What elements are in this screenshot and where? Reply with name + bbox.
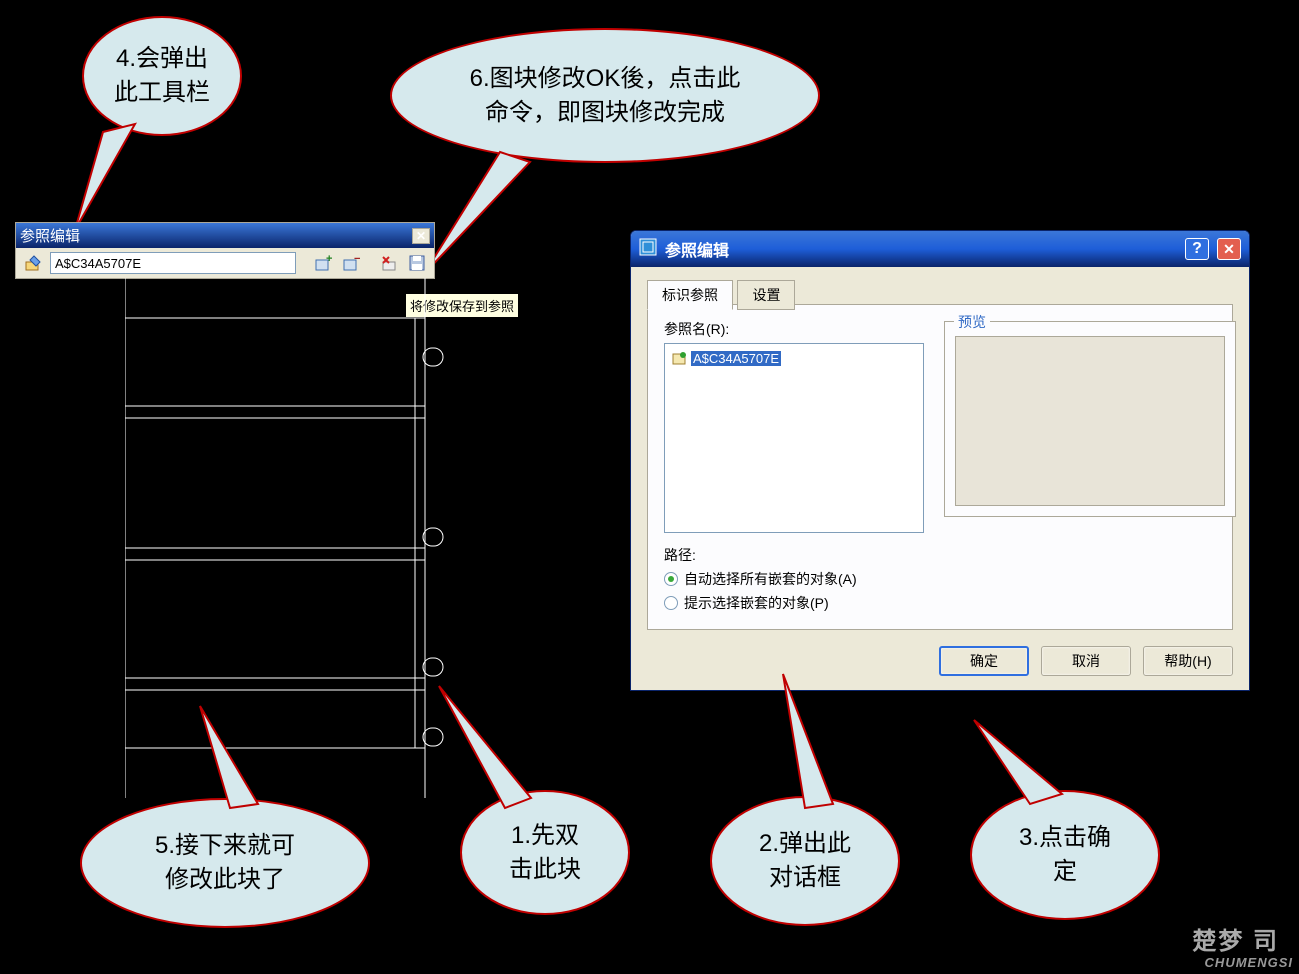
callout-6-line2: 命令，即图块修改完成 xyxy=(485,96,725,130)
callout-5: 5.接下来就可 修改此块了 xyxy=(80,798,370,928)
callout-6: 6.图块修改OK後，点击此 命令，即图块修改完成 xyxy=(390,28,820,163)
block-icon xyxy=(671,350,687,366)
callout-2-line2: 对话框 xyxy=(769,861,841,895)
callout-3-line1: 3.点击确 xyxy=(1019,821,1111,855)
callout-3: 3.点击确 定 xyxy=(970,790,1160,920)
callout-1-line1: 1.先双 xyxy=(511,819,579,853)
preview-box xyxy=(955,336,1225,506)
callout-2: 2.弹出此 对话框 xyxy=(710,796,900,926)
cancel-button[interactable]: 取消 xyxy=(1041,646,1131,676)
dialog-titlebar[interactable]: 参照编辑 ? ✕ xyxy=(631,231,1249,267)
ok-button[interactable]: 确定 xyxy=(939,646,1029,676)
svg-text:+: + xyxy=(326,254,332,265)
reference-tree-item-label: A$C34A5707E xyxy=(691,351,781,366)
toolbar-title-text: 参照编辑 xyxy=(20,225,80,246)
remove-from-workset-icon[interactable]: − xyxy=(340,252,362,274)
dialog-title-icon xyxy=(639,238,657,261)
watermark-cn: 楚梦 司 xyxy=(1192,921,1279,956)
radio-auto-select[interactable]: 自动选择所有嵌套的对象(A) xyxy=(664,569,1216,589)
toolbar-titlebar[interactable]: 参照编辑 ✕ xyxy=(16,223,434,248)
dialog-title-text: 参照编辑 xyxy=(665,237,1177,261)
reference-tree-item[interactable]: A$C34A5707E xyxy=(671,350,917,366)
refedit-dialog: 参照编辑 ? ✕ 标识参照 设置 参照名(R): A$C34A5707E xyxy=(630,230,1250,691)
help-button[interactable]: 帮助(H) xyxy=(1143,646,1233,676)
dialog-tabs: 标识参照 设置 xyxy=(647,279,1233,305)
callout-1: 1.先双 击此块 xyxy=(460,790,630,915)
callout-4-line1: 4.会弹出 xyxy=(116,42,208,76)
callout-1-line2: 击此块 xyxy=(509,853,581,887)
radio-prompt-select-indicator xyxy=(664,596,678,610)
dialog-help-button[interactable]: ? xyxy=(1185,238,1209,260)
tab-identify-reference[interactable]: 标识参照 xyxy=(647,280,733,310)
radio-auto-select-label: 自动选择所有嵌套的对象(A) xyxy=(684,569,857,589)
callout-5-line1: 5.接下来就可 xyxy=(155,829,295,863)
watermark-en: CHUMENGSI xyxy=(1205,955,1293,970)
callout-4-line2: 此工具栏 xyxy=(114,76,210,110)
reference-name-label: 参照名(R): xyxy=(664,319,924,339)
callout-3-line2: 定 xyxy=(1053,855,1077,889)
callout-4-pointer xyxy=(55,120,165,235)
add-to-workset-icon[interactable]: + xyxy=(312,252,334,274)
radio-prompt-select[interactable]: 提示选择嵌套的对象(P) xyxy=(664,593,1216,613)
radio-auto-select-indicator xyxy=(664,572,678,586)
toolbar-close-button[interactable]: ✕ xyxy=(412,228,430,244)
callout-6-line1: 6.图块修改OK後，点击此 xyxy=(470,62,741,96)
callout-4: 4.会弹出 此工具栏 xyxy=(82,16,242,136)
radio-prompt-select-label: 提示选择嵌套的对象(P) xyxy=(684,593,829,613)
callout-2-line1: 2.弹出此 xyxy=(759,827,851,861)
discard-changes-icon[interactable] xyxy=(378,252,400,274)
dialog-close-button[interactable]: ✕ xyxy=(1217,238,1241,260)
tab-settings[interactable]: 设置 xyxy=(737,280,795,310)
callout-2-pointer xyxy=(775,670,855,810)
path-label: 路径: xyxy=(664,545,1216,565)
svg-text:−: − xyxy=(354,254,360,265)
reference-tree[interactable]: A$C34A5707E xyxy=(664,343,924,533)
cad-drawing-block[interactable] xyxy=(125,278,445,798)
refedit-toolbar: 参照编辑 ✕ + − xyxy=(15,222,435,279)
save-changes-icon[interactable] xyxy=(406,252,428,274)
reference-name-input[interactable] xyxy=(50,252,296,274)
edit-reference-icon[interactable] xyxy=(22,252,44,274)
callout-6-pointer xyxy=(420,148,540,278)
tab-panel-identify: 参照名(R): A$C34A5707E 预览 xyxy=(647,304,1233,630)
preview-legend: 预览 xyxy=(954,312,990,332)
callout-5-line2: 修改此块了 xyxy=(165,863,285,897)
